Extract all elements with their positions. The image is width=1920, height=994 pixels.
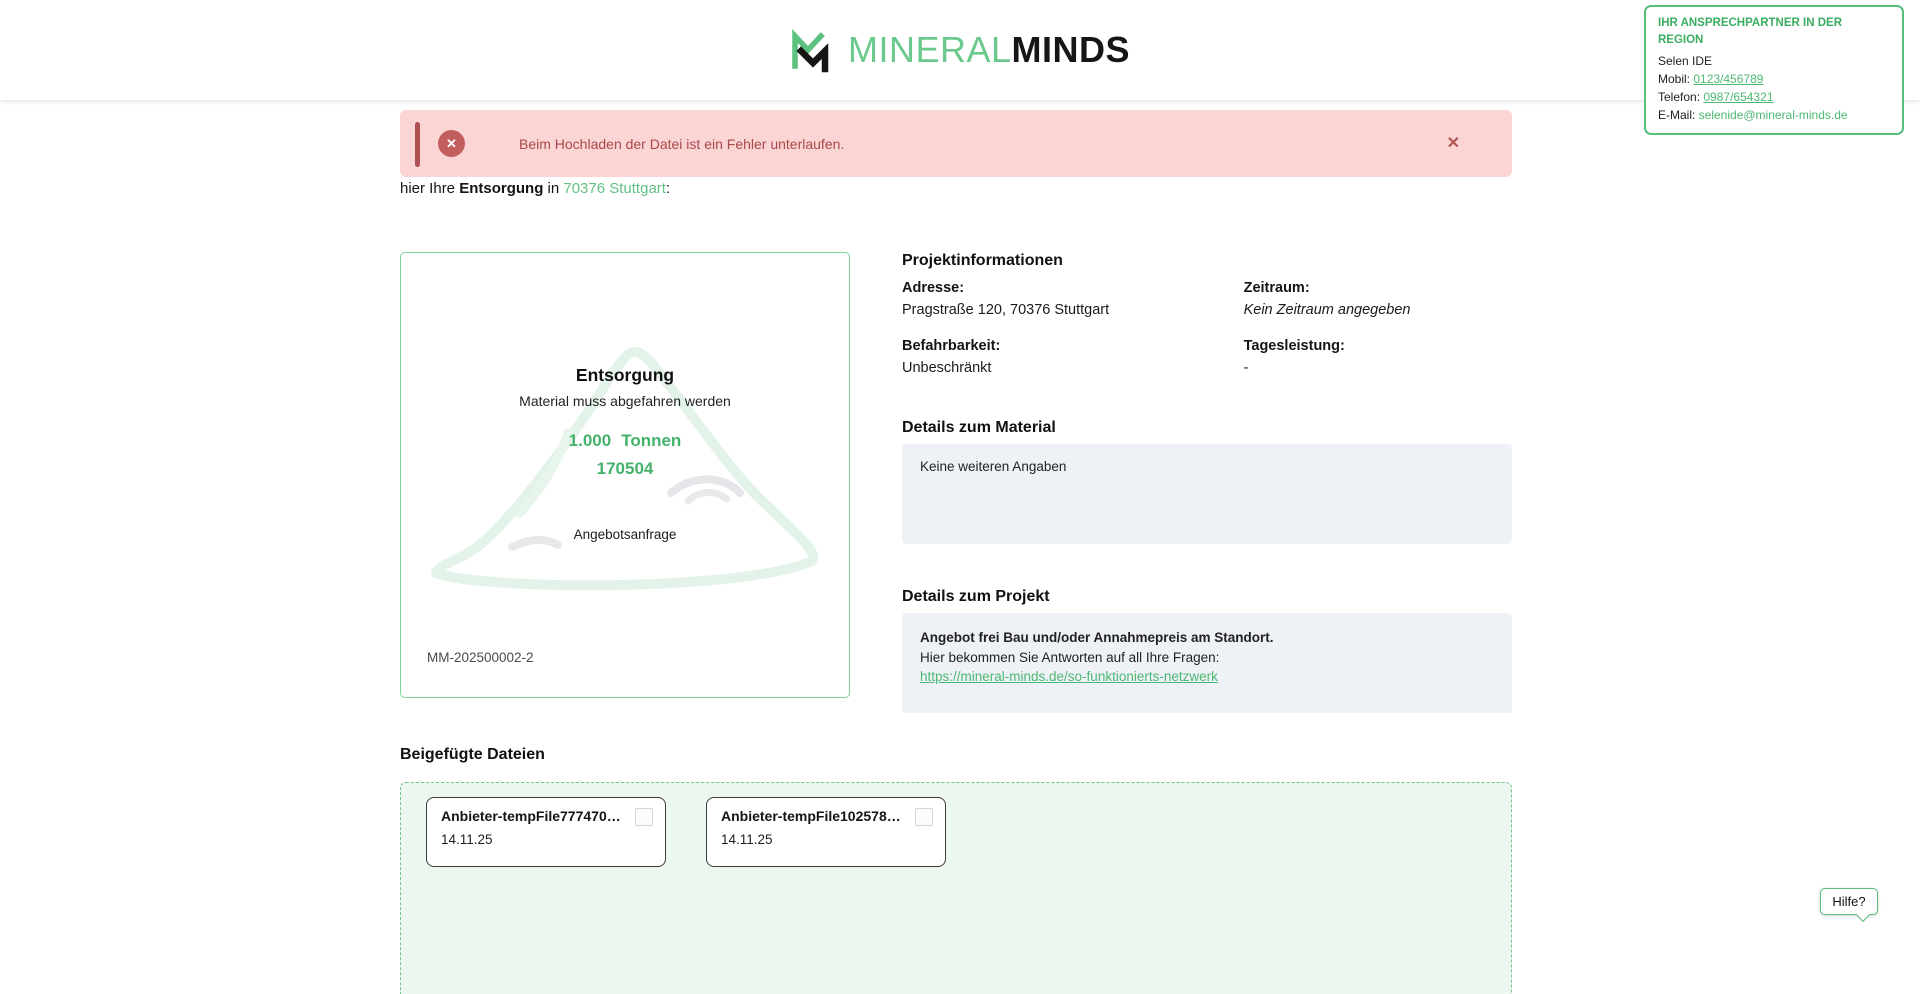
intro-middle: in — [543, 180, 563, 197]
regional-contact-card: IHR ANSPRECHPARTNER IN DER REGION Selen … — [1644, 5, 1904, 135]
contact-phone-link[interactable]: 0987/654321 — [1703, 90, 1773, 104]
file-card-top: Anbieter-tempFile777470… — [441, 808, 653, 826]
project-details-line2: Hier bekommen Sie Antworten auf all Ihre… — [920, 648, 1494, 668]
field-adresse: Adresse: Pragstraße 120, 70376 Stuttgart — [902, 280, 1244, 318]
file-row: Anbieter-tempFile777470… 14.11.25 Anbiet… — [426, 797, 1511, 867]
material-details-title: Details zum Material — [902, 419, 1512, 437]
order-type-title: Entsorgung — [401, 365, 849, 386]
field-adresse-label: Adresse: — [902, 280, 1244, 296]
help-button[interactable]: Hilfe? — [1820, 888, 1878, 915]
project-info-grid: Adresse: Pragstraße 120, 70376 Stuttgart… — [902, 280, 1512, 376]
order-material-code: 170504 — [401, 459, 849, 479]
field-zeitraum: Zeitraum: Kein Zeitraum angegeben — [1244, 280, 1512, 318]
field-zeitraum-value: Kein Zeitraum angegeben — [1244, 302, 1512, 318]
order-reference-number: MM-202500002-2 — [427, 650, 534, 665]
order-amount: 1.000 Tonnen — [401, 431, 849, 451]
attachments-dropzone[interactable]: Anbieter-tempFile777470… 14.11.25 Anbiet… — [400, 782, 1512, 994]
contact-email-link[interactable]: selenide@mineral-minds.de — [1699, 108, 1848, 122]
brand-wordmark: MINERALMINDS — [848, 29, 1130, 71]
material-details-box: Keine weiteren Angaben — [902, 444, 1512, 544]
contact-email-line: E-Mail: selenide@mineral-minds.de — [1658, 106, 1890, 124]
brand-wordmark-green: MINERAL — [848, 29, 1012, 70]
file-card[interactable]: Anbieter-tempFile102578… 14.11.25 — [706, 797, 946, 867]
contact-name: Selen IDE — [1658, 52, 1890, 70]
attachments-title: Beigefügte Dateien — [400, 746, 545, 764]
alert-message: Beim Hochladen der Datei ist ein Fehler … — [519, 136, 844, 152]
order-summary-card: Entsorgung Material muss abgefahren werd… — [400, 252, 850, 698]
main-content: ✕ Beim Hochladen der Datei ist ein Fehle… — [400, 100, 1512, 994]
contact-mobile-label: Mobil: — [1658, 72, 1693, 86]
file-checkbox[interactable] — [915, 808, 933, 826]
file-name: Anbieter-tempFile102578… — [721, 808, 901, 824]
file-date: 14.11.25 — [721, 832, 933, 847]
help-bubble-tail — [1856, 908, 1870, 922]
order-amount-value: 1.000 — [569, 431, 612, 450]
header: MINERALMINDS IHR ANSPRECHPARTNER IN DER … — [0, 0, 1920, 100]
file-card-top: Anbieter-tempFile102578… — [721, 808, 933, 826]
error-circle-icon: ✕ — [438, 130, 465, 157]
mineralminds-logo-icon — [790, 26, 834, 74]
brand-wordmark-black: MINDS — [1012, 29, 1131, 70]
field-befahrbarkeit-label: Befahrbarkeit: — [902, 338, 1244, 354]
order-amount-unit: Tonnen — [621, 431, 681, 450]
page: MINERALMINDS IHR ANSPRECHPARTNER IN DER … — [0, 0, 1920, 994]
upload-error-alert: ✕ Beim Hochladen der Datei ist ein Fehle… — [400, 110, 1512, 177]
file-name: Anbieter-tempFile777470… — [441, 808, 621, 824]
brand-logo: MINERALMINDS — [790, 26, 1130, 74]
order-request-type: Angebotsanfrage — [401, 527, 849, 542]
field-befahrbarkeit: Befahrbarkeit: Unbeschränkt — [902, 338, 1244, 376]
alert-accent-bar — [415, 122, 420, 167]
project-details-title: Details zum Projekt — [902, 588, 1512, 606]
project-info-title: Projektinformationen — [902, 252, 1512, 270]
project-details-link[interactable]: https://mineral-minds.de/so-funktioniert… — [920, 669, 1218, 684]
intro-prefix: hier Ihre — [400, 180, 459, 197]
intro-type: Entsorgung — [459, 180, 543, 197]
help-label: Hilfe? — [1832, 894, 1865, 909]
alert-close-icon[interactable]: ✕ — [1447, 136, 1460, 152]
contact-mobile-link[interactable]: 0123/456789 — [1693, 72, 1763, 86]
contact-mobile-line: Mobil: 0123/456789 — [1658, 70, 1890, 88]
material-details-content: Keine weiteren Angaben — [920, 459, 1066, 474]
contact-card-title: IHR ANSPRECHPARTNER IN DER REGION — [1658, 15, 1890, 50]
contact-phone-line: Telefon: 0987/654321 — [1658, 88, 1890, 106]
file-checkbox[interactable] — [635, 808, 653, 826]
intro-suffix: : — [666, 180, 670, 197]
file-card[interactable]: Anbieter-tempFile777470… 14.11.25 — [426, 797, 666, 867]
contact-email-label: E-Mail: — [1658, 108, 1699, 122]
file-date: 14.11.25 — [441, 832, 653, 847]
field-befahrbarkeit-value: Unbeschränkt — [902, 360, 1244, 376]
intro-location-link[interactable]: 70376 Stuttgart — [563, 180, 666, 197]
field-zeitraum-label: Zeitraum: — [1244, 280, 1512, 296]
project-details-line1: Angebot frei Bau und/oder Annahmepreis a… — [920, 628, 1494, 648]
project-details-box: Angebot frei Bau und/oder Annahmepreis a… — [902, 613, 1512, 713]
contact-phone-label: Telefon: — [1658, 90, 1703, 104]
field-tagesleistung-value: - — [1244, 360, 1512, 376]
project-info-column: Projektinformationen Adresse: Pragstraße… — [902, 252, 1512, 713]
intro-line: hier Ihre Entsorgung in 70376 Stuttgart: — [400, 180, 670, 197]
field-tagesleistung-label: Tagesleistung: — [1244, 338, 1512, 354]
order-subtitle: Material muss abgefahren werden — [401, 393, 849, 409]
field-tagesleistung: Tagesleistung: - — [1244, 338, 1512, 376]
field-adresse-value: Pragstraße 120, 70376 Stuttgart — [902, 302, 1244, 318]
